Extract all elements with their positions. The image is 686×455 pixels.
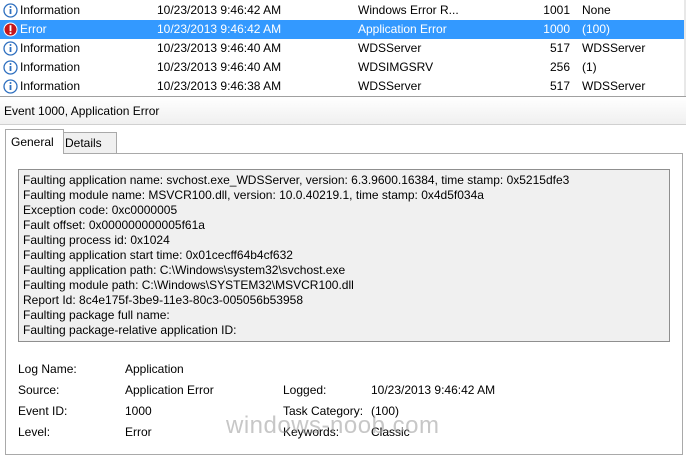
- information-icon: [3, 60, 18, 75]
- event-task-category: (1): [582, 60, 597, 74]
- description-line: Faulting module path: C:\Windows\SYSTEM3…: [23, 278, 354, 292]
- detail-header: Event 1000, Application Error: [0, 97, 686, 125]
- description-line: Faulting application path: C:\Windows\sy…: [23, 263, 346, 277]
- event-detail-title: Event 1000, Application Error: [4, 104, 160, 118]
- tab-general[interactable]: General: [5, 129, 64, 154]
- description-line: Exception code: 0xc0000005: [23, 203, 178, 217]
- event-date: 10/23/2013 9:46:40 AM: [157, 60, 282, 74]
- event-row[interactable]: Information 10/23/2013 9:46:40 AM WDSSer…: [0, 39, 686, 58]
- event-row-selected[interactable]: Error 10/23/2013 9:46:42 AM Application …: [0, 20, 686, 39]
- event-level: Information: [20, 79, 81, 93]
- description-line: Faulting process id: 0x1024: [23, 233, 170, 247]
- event-description-box[interactable]: Faulting application name: svchost.exe_W…: [18, 169, 670, 342]
- event-row[interactable]: Information 10/23/2013 9:46:38 AM WDSSer…: [0, 77, 686, 96]
- event-source: Application Error: [358, 22, 447, 36]
- log-name-value: Application: [125, 362, 184, 376]
- log-name-label: Log Name:: [18, 362, 77, 376]
- event-level: Information: [20, 41, 81, 55]
- event-task-category: WDSServer: [582, 41, 646, 55]
- event-id: 517: [549, 41, 570, 55]
- description-line: Faulting application start time: 0x01cec…: [23, 248, 293, 262]
- event-task-category: None: [582, 3, 611, 17]
- event-level: Error: [20, 22, 47, 36]
- description-line: Report Id: 8c4e175f-3be9-11e3-80c3-00505…: [23, 293, 303, 307]
- event-id: 1000: [543, 22, 570, 36]
- event-row[interactable]: Information 10/23/2013 9:46:40 AM WDSIMG…: [0, 58, 686, 77]
- information-icon: [3, 3, 18, 18]
- event-date: 10/23/2013 9:46:42 AM: [157, 22, 282, 36]
- event-date: 10/23/2013 9:46:42 AM: [157, 3, 282, 17]
- event-date: 10/23/2013 9:46:40 AM: [157, 41, 282, 55]
- event-source: WDSServer: [358, 79, 422, 93]
- information-icon: [3, 79, 18, 94]
- event-level: Information: [20, 60, 81, 74]
- event-id: 256: [549, 60, 570, 74]
- watermark: windows-noob.com: [226, 412, 440, 439]
- source-label: Source:: [18, 383, 60, 397]
- event-task-category: (100): [582, 22, 611, 36]
- logged-value: 10/23/2013 9:46:42 AM: [371, 383, 496, 397]
- event-id: 1001: [543, 3, 570, 17]
- logged-label: Logged:: [283, 383, 327, 397]
- source-value: Application Error: [125, 383, 214, 397]
- level-value: Error: [125, 425, 152, 439]
- description-line: Faulting package full name:: [23, 308, 170, 322]
- event-source: WDSIMGSRV: [358, 60, 434, 74]
- event-date: 10/23/2013 9:46:38 AM: [157, 79, 282, 93]
- description-line: Faulting module name: MSVCR100.dll, vers…: [23, 188, 484, 202]
- event-list: Information 10/23/2013 9:46:42 AM Window…: [0, 0, 686, 96]
- event-task-category: WDSServer: [582, 79, 646, 93]
- level-label: Level:: [18, 425, 51, 439]
- information-icon: [3, 41, 18, 56]
- event-id-label: Event ID:: [18, 404, 68, 418]
- event-row[interactable]: Information 10/23/2013 9:46:42 AM Window…: [0, 1, 686, 20]
- description-line: Fault offset: 0x000000000005f61a: [23, 218, 205, 232]
- description-line: Faulting application name: svchost.exe_W…: [23, 173, 570, 187]
- event-id-value: 1000: [125, 404, 152, 418]
- event-source: WDSServer: [358, 41, 422, 55]
- description-line: Faulting package-relative application ID…: [23, 323, 237, 337]
- tab-details[interactable]: Details: [59, 132, 117, 153]
- error-icon: [3, 22, 18, 37]
- event-source: Windows Error R...: [358, 3, 459, 17]
- event-level: Information: [20, 3, 81, 17]
- event-id: 517: [549, 79, 570, 93]
